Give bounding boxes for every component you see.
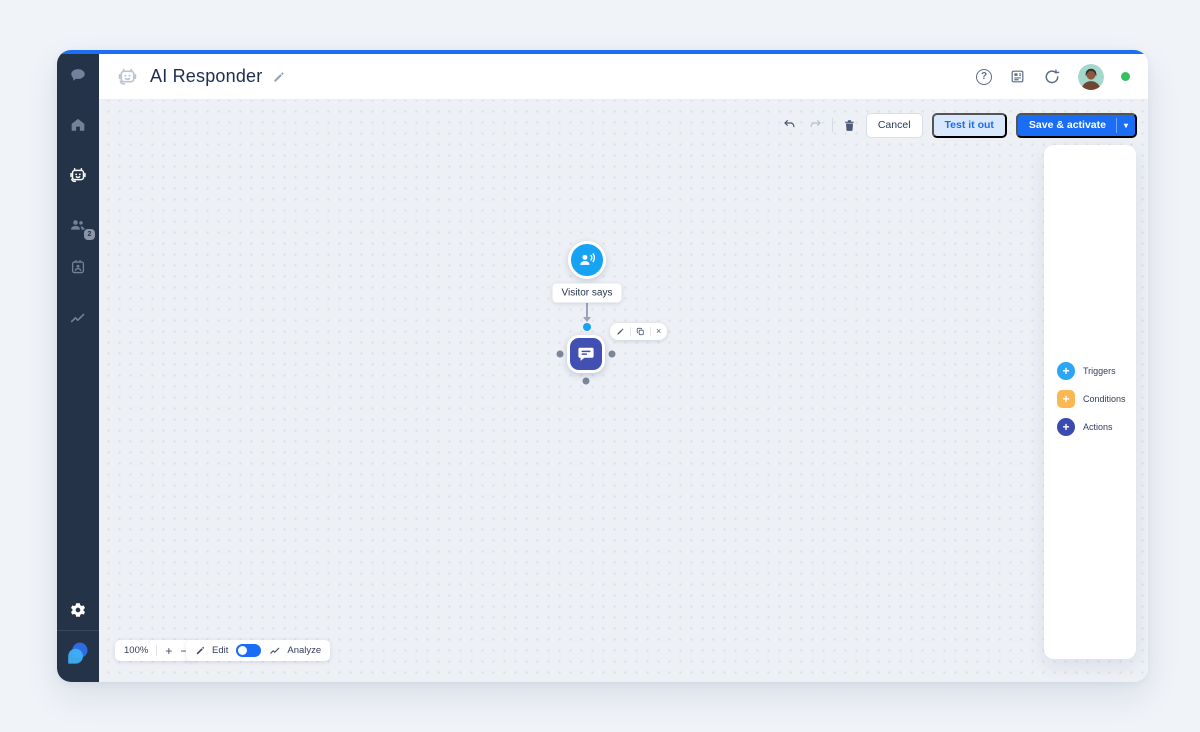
cancel-button[interactable]: Cancel	[865, 112, 923, 138]
connector-line	[586, 303, 588, 318]
mode-switch: Edit Analyze	[186, 640, 331, 661]
edit-mode-label[interactable]: Edit	[212, 645, 228, 656]
header-actions: ?	[976, 63, 1130, 90]
rename-pencil-icon[interactable]	[272, 70, 286, 84]
person-speaking-icon	[580, 253, 596, 265]
node-toolbar: ×	[610, 323, 668, 340]
header: AI Responder ?	[99, 54, 1148, 100]
zoom-level: 100%	[124, 645, 149, 656]
test-it-out-button[interactable]: Test it out	[931, 112, 1007, 138]
analyze-chart-icon	[269, 645, 281, 657]
node-toolbar-divider	[630, 327, 631, 336]
sidebar: 2	[57, 54, 99, 682]
settings-gear-icon[interactable]	[69, 601, 87, 619]
bot-header-icon	[115, 64, 140, 89]
trigger-node-label[interactable]: Visitor says	[552, 283, 622, 303]
duplicate-node-icon[interactable]	[636, 327, 645, 336]
palette-list: + Triggers + Conditions + Actions	[1057, 362, 1126, 436]
triggers-plus-icon[interactable]: +	[1057, 362, 1075, 380]
palette-item-label: Triggers	[1083, 366, 1116, 376]
connection-point-right[interactable]	[608, 350, 616, 358]
analyze-mode-label[interactable]: Analyze	[287, 645, 321, 656]
save-activate-button[interactable]: Save & activate ▾	[1015, 112, 1137, 138]
palette-item-triggers[interactable]: + Triggers	[1057, 362, 1126, 380]
zoom-controls: 100% + −	[115, 640, 197, 661]
chatbots-icon[interactable]	[67, 164, 89, 186]
delete-trash-icon[interactable]	[842, 118, 857, 133]
help-icon[interactable]: ?	[976, 68, 992, 85]
palette-item-label: Conditions	[1083, 394, 1126, 404]
palette-item-label: Actions	[1083, 422, 1113, 432]
refresh-icon[interactable]	[1043, 68, 1061, 86]
zoom-in-button[interactable]: +	[165, 645, 172, 657]
avatar[interactable]	[1078, 63, 1104, 90]
action-node-message[interactable]	[567, 335, 605, 373]
message-bubble-icon	[578, 347, 594, 361]
contacts-icon[interactable]	[69, 258, 87, 276]
node-toolbar-divider	[650, 327, 651, 336]
edit-analyze-toggle[interactable]	[236, 644, 262, 657]
connection-point-bottom[interactable]	[582, 377, 590, 385]
node-palette-panel: + Triggers + Conditions + Actions	[1044, 145, 1136, 659]
action-bar-divider	[831, 118, 833, 132]
palette-item-actions[interactable]: + Actions	[1057, 418, 1126, 436]
conditions-plus-icon[interactable]: +	[1057, 390, 1075, 408]
edit-node-pencil-icon[interactable]	[616, 327, 625, 336]
conversations-icon[interactable]	[69, 66, 88, 85]
visitors-icon[interactable]: 2	[68, 215, 95, 240]
sidebar-divider	[57, 630, 99, 631]
connection-point-top[interactable]	[583, 323, 591, 331]
trigger-node-visitor-says[interactable]	[568, 241, 606, 279]
online-status-dot[interactable]	[1121, 72, 1130, 81]
tidio-logo[interactable]	[65, 640, 91, 666]
home-icon[interactable]	[69, 116, 88, 135]
delete-node-icon[interactable]: ×	[656, 327, 661, 336]
undo-icon[interactable]	[782, 117, 798, 133]
zoom-divider	[156, 645, 158, 656]
visitors-count-badge: 2	[84, 229, 95, 240]
actions-plus-icon[interactable]: +	[1057, 418, 1075, 436]
palette-item-conditions[interactable]: + Conditions	[1057, 390, 1126, 408]
app-window: 2 AI Responder ? Cancel Test it out Save…	[57, 50, 1148, 682]
canvas-action-bar: Cancel Test it out Save & activate ▾	[782, 112, 1137, 138]
top-accent-line	[57, 50, 1148, 54]
news-icon[interactable]	[1009, 68, 1026, 85]
save-activate-label: Save & activate	[1028, 119, 1106, 131]
analytics-icon[interactable]	[69, 309, 88, 328]
connection-point-left[interactable]	[556, 350, 564, 358]
flow-canvas[interactable]: Cancel Test it out Save & activate ▾ + T…	[99, 100, 1148, 682]
toggle-knob	[238, 646, 248, 655]
redo-icon[interactable]	[807, 117, 823, 133]
save-dropdown-caret-icon[interactable]: ▾	[1117, 121, 1135, 130]
edit-pencil-icon	[195, 645, 206, 656]
page-title: AI Responder	[150, 66, 263, 86]
